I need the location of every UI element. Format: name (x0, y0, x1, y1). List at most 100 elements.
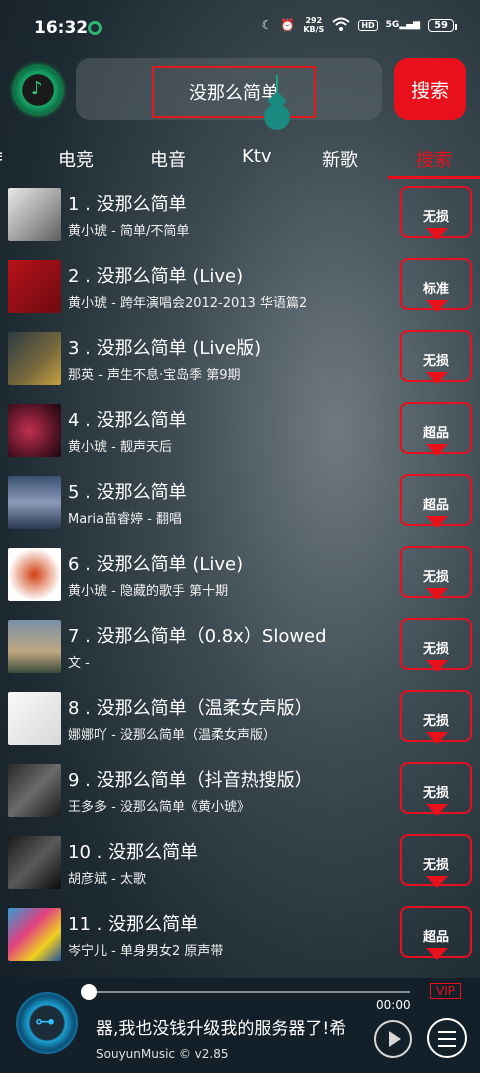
alarm-icon: ⏰ (280, 18, 296, 32)
playback-time: 00:00 (376, 998, 411, 1012)
album-cover (8, 692, 61, 745)
quality-label: 无损 (422, 858, 449, 873)
song-artist-album: 文 - (68, 656, 90, 671)
album-cover (8, 908, 61, 961)
tab-partial[interactable]: ≡ (0, 146, 2, 167)
song-title: 5 . 没那么简单 (68, 482, 187, 503)
quality-badge[interactable]: 无损 (400, 618, 472, 672)
app-notification-icon (88, 21, 102, 35)
network-speed-unit: KB/S (303, 25, 325, 34)
download-arrow-icon (426, 948, 448, 960)
wifi-icon (332, 17, 350, 34)
song-row[interactable]: 11 . 没那么简单 岑宁儿 - 单身男女2 原声带 超品 (0, 906, 480, 978)
song-artist-album: 黄小琥 - 简单/不简单 (68, 224, 190, 239)
song-title: 3 . 没那么简单 (Live版) (68, 338, 262, 359)
song-title: 2 . 没那么简单 (Live) (68, 266, 244, 287)
song-row[interactable]: 4 . 没那么简单 黄小琥 - 靓声天后 超品 (0, 402, 480, 474)
search-button[interactable]: 搜索 (394, 58, 466, 120)
album-cover (8, 836, 61, 889)
song-row[interactable]: 6 . 没那么简单 (Live) 黄小琥 - 隐藏的歌手 第十期 无损 (0, 546, 480, 618)
song-row[interactable]: 1 . 没那么简单 黄小琥 - 简单/不简单 无损 (0, 186, 480, 258)
album-cover (8, 188, 61, 241)
hd-badge: HD (358, 19, 378, 31)
album-disc[interactable]: ⊶ (16, 992, 78, 1054)
download-arrow-icon (426, 804, 448, 816)
download-arrow-icon (426, 300, 448, 312)
song-title: 1 . 没那么简单 (68, 194, 187, 215)
menu-line (438, 1045, 456, 1047)
app-version: SouyunMusic © v2.85 (96, 1047, 229, 1061)
song-artist-album: 黄小琥 - 隐藏的歌手 第十期 (68, 584, 229, 599)
download-arrow-icon (426, 516, 448, 528)
tab-electronic[interactable]: 电音 (150, 146, 186, 172)
quality-label: 标准 (422, 282, 449, 297)
song-title: 8 . 没那么简单（温柔女声版） (68, 698, 313, 719)
song-artist-album: Maria苗睿婷 - 翻唱 (68, 512, 183, 527)
quality-badge[interactable]: 无损 (400, 186, 472, 240)
quality-badge[interactable]: 无损 (400, 330, 472, 384)
quality-badge[interactable]: 超品 (400, 402, 472, 456)
song-title: 10 . 没那么简单 (68, 842, 199, 863)
cursor-handle[interactable] (264, 104, 290, 130)
song-artist-album: 黄小琥 - 跨年演唱会2012-2013 华语篇2 (68, 296, 308, 311)
song-row[interactable]: 9 . 没那么简单（抖音热搜版） 王多多 - 没那么简单《黄小琥》 无损 (0, 762, 480, 834)
song-artist-album: 岑宁儿 - 单身男女2 原声带 (68, 944, 224, 959)
quality-label: 超品 (422, 930, 449, 945)
song-title: 4 . 没那么简单 (68, 410, 187, 431)
vip-badge[interactable]: VIP (430, 983, 461, 999)
song-row[interactable]: 10 . 没那么简单 胡彦斌 - 太歌 无损 (0, 834, 480, 906)
app-logo-icon[interactable]: ♪ (14, 66, 62, 114)
song-title: 6 . 没那么简单 (Live) (68, 554, 244, 575)
download-arrow-icon (426, 732, 448, 744)
song-row[interactable]: 8 . 没那么简单（温柔女声版） 娜娜吖 - 没那么简单（温柔女声版） 无损 (0, 690, 480, 762)
menu-line (438, 1038, 456, 1040)
quality-label: 无损 (422, 570, 449, 585)
quality-label: 超品 (422, 498, 449, 513)
status-icons: ☾ ⏰ 292 KB/S HD 5G▂▄▆ 59 (261, 16, 457, 34)
download-arrow-icon (426, 444, 448, 456)
menu-button[interactable] (427, 1018, 467, 1058)
play-button[interactable] (374, 1020, 412, 1058)
search-input[interactable] (152, 66, 316, 118)
quality-badge[interactable]: 无损 (400, 762, 472, 816)
marquee-text: 器,我也没钱升级我的服务器了!希 (96, 1019, 347, 1039)
song-artist-album: 那英 - 声生不息·宝岛季 第9期 (68, 368, 241, 383)
song-title: 9 . 没那么简单（抖音热搜版） (68, 770, 313, 791)
moon-icon: ☾ (261, 18, 273, 32)
album-cover (8, 764, 61, 817)
song-row[interactable]: 2 . 没那么简单 (Live) 黄小琥 - 跨年演唱会2012-2013 华语… (0, 258, 480, 330)
song-row[interactable]: 3 . 没那么简单 (Live版) 那英 - 声生不息·宝岛季 第9期 无损 (0, 330, 480, 402)
download-arrow-icon (426, 228, 448, 240)
song-artist-album: 王多多 - 没那么简单《黄小琥》 (68, 800, 250, 815)
song-title: 7 . 没那么简单（0.8x）Slowed (68, 626, 327, 647)
menu-line (438, 1031, 456, 1033)
song-artist-album: 胡彦斌 - 太歌 (68, 872, 146, 887)
song-title: 11 . 没那么简单 (68, 914, 199, 935)
tab-active-indicator (388, 176, 480, 179)
quality-badge[interactable]: 超品 (400, 906, 472, 960)
song-row[interactable]: 5 . 没那么简单 Maria苗睿婷 - 翻唱 超品 (0, 474, 480, 546)
battery-level: 59 (434, 19, 448, 31)
quality-badge[interactable]: 无损 (400, 834, 472, 888)
player-logo-icon: ⊶ (35, 1009, 55, 1033)
progress-knob[interactable] (81, 984, 97, 1000)
progress-track[interactable] (88, 991, 410, 993)
quality-badge[interactable]: 标准 (400, 258, 472, 312)
network-speed-value: 292 (305, 16, 323, 25)
music-note-icon: ♪ (31, 78, 43, 99)
status-time: 16:32 (34, 18, 89, 38)
quality-label: 超品 (422, 426, 449, 441)
song-row[interactable]: 7 . 没那么简单（0.8x）Slowed 文 - 无损 (0, 618, 480, 690)
album-cover (8, 476, 61, 529)
quality-badge[interactable]: 超品 (400, 474, 472, 528)
quality-badge[interactable]: 无损 (400, 690, 472, 744)
song-artist-album: 娜娜吖 - 没那么简单（温柔女声版） (68, 728, 276, 743)
tab-ktv[interactable]: Ktv (242, 146, 272, 167)
album-cover (8, 404, 61, 457)
quality-badge[interactable]: 无损 (400, 546, 472, 600)
tab-new-songs[interactable]: 新歌 (322, 146, 358, 172)
signal-label: 5G (385, 20, 400, 30)
status-bar: 16:32 ☾ ⏰ 292 KB/S HD 5G▂▄▆ 59 (0, 0, 480, 56)
tab-search[interactable]: 搜索 (416, 146, 452, 172)
tab-esports[interactable]: 电竞 (58, 146, 94, 172)
